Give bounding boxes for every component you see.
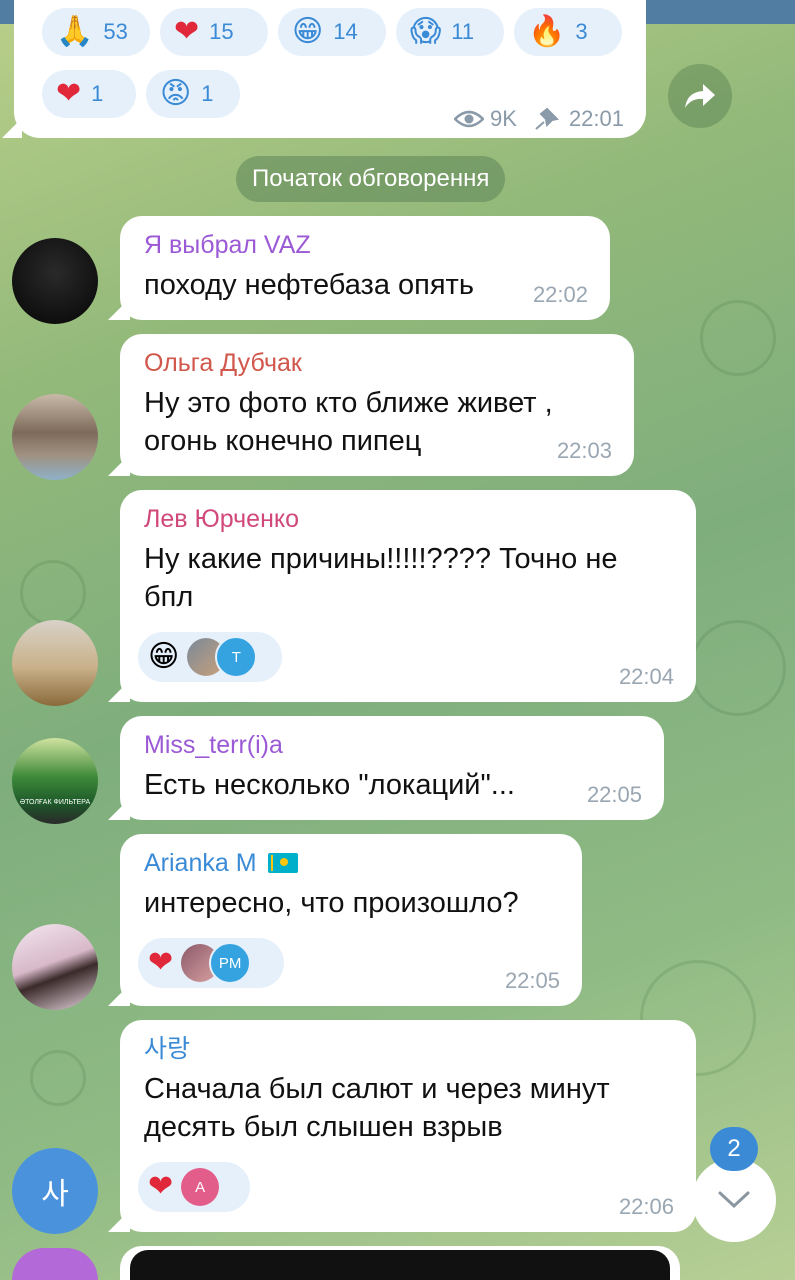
reaction-chip[interactable]: ❤ 15 [160,8,268,56]
reaction-chip[interactable]: 😁 Т [138,632,282,682]
reaction-count: 15 [209,19,234,44]
media-preview [130,1250,670,1280]
reactor-avatar: PM [209,942,252,984]
heart-icon: ❤ [174,14,200,49]
bubble-tail [108,1210,130,1232]
reactor-avatar: Т [215,636,258,678]
message-bubble[interactable]: Miss_terr(i)a Есть несколько "локаций"..… [108,716,664,820]
reaction-chip[interactable]: 🔥 3 [514,8,622,56]
bubble-tail [108,680,130,702]
avatar[interactable] [12,924,98,1010]
message-bubble[interactable]: Arianka M интересно, что произошло? ❤ PM… [108,834,582,1006]
kazakhstan-flag-icon [267,853,298,873]
share-arrow-icon [685,84,715,108]
eye-icon [454,110,485,128]
channel-post: 🙏 53 ❤ 15 😁 14 😱 11 🔥 3 ❤ 1 😡 1 9K 22:01 [2,0,646,138]
view-count: 9K [490,106,517,131]
discussion-start-label: Початок обговорення [236,156,506,202]
avatar[interactable] [12,620,98,706]
screaming-face-icon: 😱 [410,14,442,49]
avatar[interactable] [12,394,98,480]
sender-name[interactable]: Ольга Дубчак [144,348,610,378]
reaction-count: 1 [91,81,104,106]
post-time: 22:01 [568,106,624,131]
bg-doodle [30,1050,86,1106]
reaction-chip[interactable]: ❤ PM [138,938,284,988]
reaction-count: 53 [103,19,128,44]
message-bubble[interactable]: Я выбрал VAZ походу нефтебаза опять 22:0… [108,216,610,320]
message-time: 22:03 [556,438,612,463]
message-text: походу нефтебаза опять [144,269,474,301]
sender-name[interactable]: Miss_terr(i)a [144,730,640,760]
bubble-tail [108,298,130,320]
fire-icon: 🔥 [528,14,566,49]
reaction-chip[interactable]: 😱 11 [396,8,504,56]
reaction-chip[interactable]: ❤ 1 [42,70,136,118]
sender-name[interactable]: Я выбрал VAZ [144,230,586,260]
heart-icon: ❤ [148,945,174,980]
avatar-caption: ӘТОЛҒАК ФИЛЬТЕРА [19,799,91,806]
reaction-count: 11 [451,19,475,44]
message-text: Сначала был салют и через минут десять б… [144,1073,610,1143]
message-time: 22:05 [586,782,642,807]
sender-name-text: Arianka M [144,849,257,877]
reaction-chip[interactable]: 🙏 53 [42,8,150,56]
message-time: 22:04 [618,664,674,689]
reaction-chip[interactable]: 😁 14 [278,8,386,56]
avatar-initial: 사 [41,1177,69,1212]
heart-icon: ❤ [148,1169,174,1204]
bg-doodle [20,560,86,626]
reaction-chip[interactable]: 😡 1 [146,70,240,118]
message-text: Есть несколько "локаций"... [144,769,515,801]
bubble-tail [108,798,130,820]
sender-name[interactable]: 사랑 [144,1034,672,1064]
bg-doodle [700,300,776,376]
avatar[interactable]: ӘТОЛҒАК ФИЛЬТЕРА [12,738,98,824]
grinning-face-icon: 😁 [292,14,324,49]
message-text: Ну какие причины!!!!!???? Точно не бпл [144,543,618,613]
message-bubble[interactable]: 사랑 Сначала был салют и через минут десят… [108,1020,696,1232]
next-message-preview [120,1246,680,1280]
reaction-count: 14 [333,19,358,44]
avatar[interactable]: 사 [12,1148,98,1234]
message-bubble[interactable]: Ольга Дубчак Ну это фото кто ближе живет… [108,334,634,476]
angry-face-icon: 😡 [160,76,192,111]
bg-doodle [690,620,786,716]
message-bubble[interactable]: Лев Юрченко Ну какие причины!!!!!???? То… [108,490,696,702]
message-text: Ну это фото кто ближе живет , огонь коне… [144,387,553,457]
avatar[interactable] [12,1248,98,1280]
reaction-chip[interactable]: ❤ A [138,1162,250,1212]
post-meta: 9K 22:01 [454,106,624,132]
reaction-count: 3 [575,19,588,44]
bubble-tail [108,984,130,1006]
share-button[interactable] [668,64,732,128]
folded-hands-icon: 🙏 [56,14,94,49]
bubble-tail [2,118,22,138]
avatar[interactable] [12,238,98,324]
message-time: 22:05 [504,968,560,993]
grinning-face-icon: 😁 [148,639,180,674]
unread-badge: 2 [710,1127,758,1171]
sender-name[interactable]: Arianka M [144,848,558,878]
sender-name[interactable]: Лев Юрченко [144,504,672,534]
message-text: интересно, что произошло? [144,887,519,919]
bubble-tail [108,454,130,476]
message-time: 22:06 [618,1194,674,1219]
message-time: 22:02 [532,282,588,307]
pin-icon [535,107,559,130]
chevron-down-icon [718,1191,750,1209]
heart-on-fire-icon: ❤ [56,76,82,111]
reactor-avatar: A [181,1168,220,1206]
reaction-count: 1 [201,81,214,106]
